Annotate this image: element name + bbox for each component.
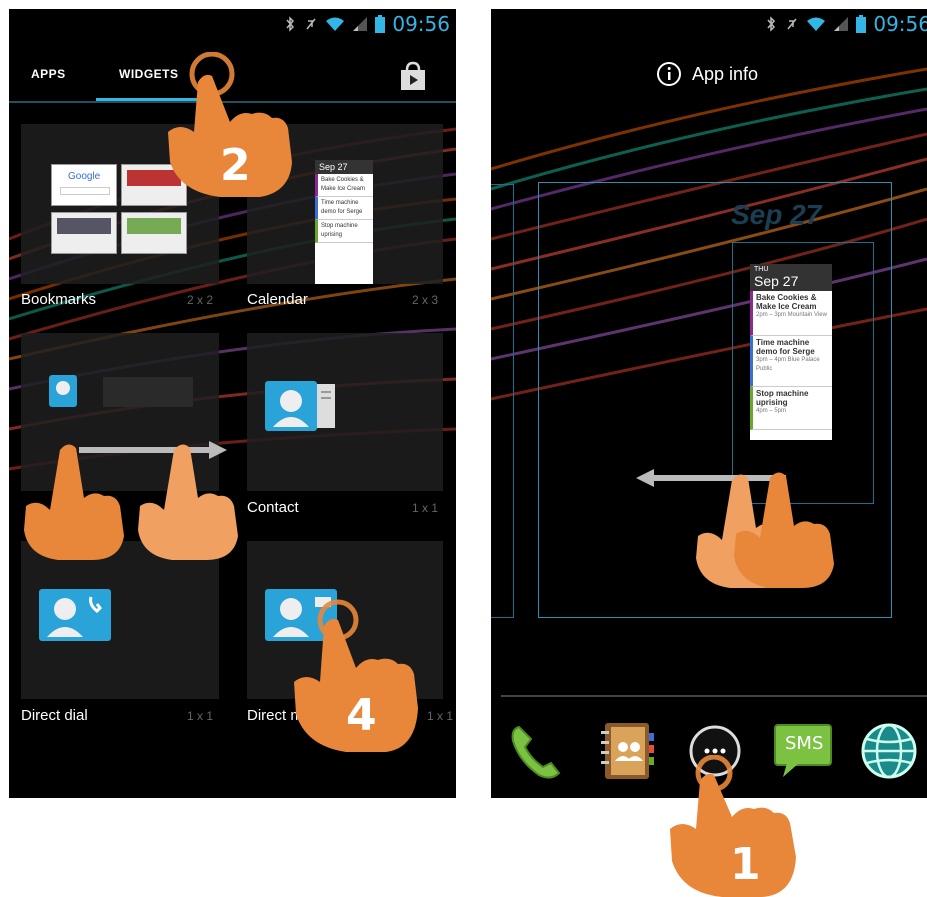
calendar-event[interactable]: Stop machine uprising 4pm – 5pm xyxy=(750,387,832,430)
bookmark-thumb-title: Google xyxy=(68,171,101,182)
calendar-thumb-event: Stop machine uprising xyxy=(315,220,373,243)
step-number-2: 2 xyxy=(220,140,251,191)
calendar-event-detail: 3pm – 4pm Blue Palace Public xyxy=(756,357,820,372)
wifi-icon xyxy=(807,17,826,31)
app-info-label: App info xyxy=(692,63,759,84)
battery-icon xyxy=(375,15,386,33)
calendar-thumb-event: Time machine demo for Serge xyxy=(315,197,373,220)
tab-apps[interactable]: APPS xyxy=(31,67,66,81)
browser-icon[interactable] xyxy=(857,719,921,783)
calendar-thumb-date: Sep 27 xyxy=(315,160,373,174)
widget-size-contact: 1 x 1 xyxy=(412,501,439,515)
sms-label: SMS xyxy=(785,733,824,754)
info-icon xyxy=(657,62,681,86)
calendar-event-detail: 2pm – 3pm Mountain View xyxy=(756,312,827,318)
calendar-date-label: Sep 27 xyxy=(754,273,799,289)
bluetooth-icon xyxy=(767,16,776,32)
widget-direct-dial-preview[interactable] xyxy=(21,541,219,699)
wifi-icon xyxy=(326,17,345,31)
pointing-hand-step-4: 4 xyxy=(294,599,418,752)
bookmark-thumb-google: Google xyxy=(51,164,117,206)
widget-label-calendar: Calendar xyxy=(247,291,308,308)
widget-size-bookmarks: 2 x 2 xyxy=(187,293,214,307)
calendar-widget-header: THU Sep 27 xyxy=(750,264,832,291)
widget-contact-preview[interactable] xyxy=(247,333,443,491)
pointing-hand-step-1: 1 xyxy=(670,755,796,897)
widget-size-calendar: 2 x 3 xyxy=(412,293,439,307)
widget-label-contact: Contact xyxy=(247,499,299,516)
widget-label-direct-dial: Direct dial xyxy=(21,707,88,724)
calendar-widget[interactable]: THU Sep 27 Bake Cookies & Make Ice Cream… xyxy=(750,264,832,440)
pointing-hand-step-2: 2 xyxy=(168,52,292,197)
battery-icon xyxy=(856,15,867,33)
two-finger-hand xyxy=(696,472,834,588)
contact-avatar-icon xyxy=(49,375,77,407)
direct-dial-icon xyxy=(39,589,111,641)
calendar-thumb: Sep 27 Bake Cookies & Make Ice Cream Tim… xyxy=(315,160,373,284)
bookmark-thumb xyxy=(121,212,187,254)
calendar-event-title: Time machine demo for Serge xyxy=(756,338,815,356)
status-bar: 09:56 xyxy=(9,9,456,39)
finger-hand-left xyxy=(24,444,124,560)
calendar-event[interactable]: Bake Cookies & Make Ice Cream 2pm – 3pm … xyxy=(750,291,832,336)
play-store-icon[interactable] xyxy=(397,61,429,91)
contacts-icon[interactable] xyxy=(595,719,659,783)
adjacent-screen-frame xyxy=(491,184,514,618)
status-time: 09:56 xyxy=(873,12,927,36)
mute-icon xyxy=(787,18,797,30)
calendar-event-detail: 4pm – 5pm xyxy=(756,408,787,414)
right-phone-screen: 09:56 App info Sep 27 THU Sep 27 Bake Co… xyxy=(491,9,927,798)
status-bar: 09:56 xyxy=(491,9,927,39)
contact-card-icon xyxy=(265,381,335,431)
signal-icon xyxy=(353,17,368,31)
calendar-thumb-event: Bake Cookies & Make Ice Cream xyxy=(315,174,373,197)
mute-icon xyxy=(306,18,316,30)
status-time: 09:56 xyxy=(392,12,450,36)
calendar-event[interactable]: Time machine demo for Serge 3pm – 4pm Bl… xyxy=(750,336,832,387)
calendar-event-title: Stop machine uprising xyxy=(756,389,809,407)
bluetooth-icon xyxy=(286,16,295,32)
ghost-date-label: Sep 27 xyxy=(731,199,822,230)
signal-icon xyxy=(834,17,849,31)
bookmark-thumb xyxy=(51,212,117,254)
calendar-event-title: Bake Cookies & Make Ice Cream xyxy=(756,293,817,311)
phone-icon[interactable] xyxy=(505,719,569,783)
step-number-4: 4 xyxy=(346,690,377,741)
app-info-drop-target[interactable]: App info xyxy=(656,61,758,87)
step-number-1: 1 xyxy=(730,839,761,890)
calendar-day-label: THU xyxy=(754,266,769,273)
finger-hand-right xyxy=(138,444,238,560)
widget-size-direct-message: 1 x 1 xyxy=(427,709,454,723)
widget-label-bookmarks: Bookmarks xyxy=(21,291,97,308)
dock-divider xyxy=(501,695,927,697)
widget-size-direct-dial: 1 x 1 xyxy=(187,709,214,723)
